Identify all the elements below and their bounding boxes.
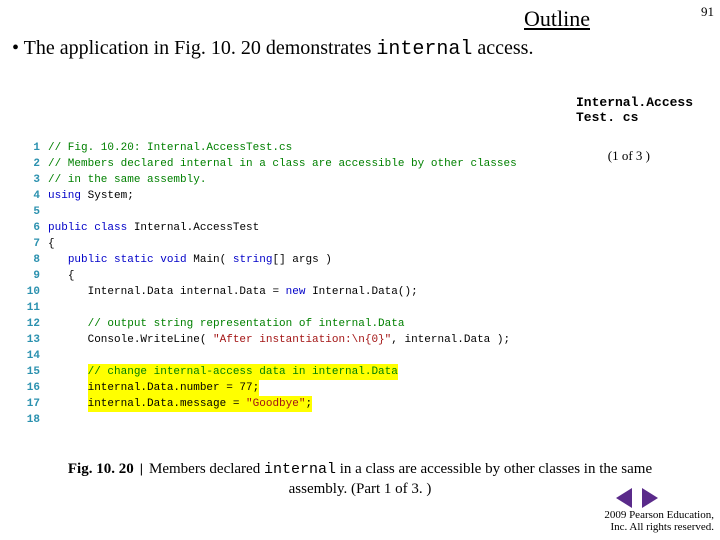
line-number: 14 — [18, 348, 48, 364]
code-content: // change internal-access data in intern… — [48, 364, 578, 380]
code-content — [48, 300, 578, 316]
line-number: 5 — [18, 204, 48, 220]
code-content — [48, 412, 578, 428]
code-content: { — [48, 236, 578, 252]
bullet-dot: • — [12, 36, 19, 61]
code-line: 7{ — [18, 236, 578, 252]
code-line: 15 // change internal-access data in int… — [18, 364, 578, 380]
copyright-footer: 2009 Pearson Education, Inc. All rights … — [604, 509, 714, 534]
code-content — [48, 204, 578, 220]
line-number: 8 — [18, 252, 48, 268]
caption-a: Members declared — [145, 461, 264, 477]
bullet-keyword: internal — [376, 38, 472, 61]
file-line2: Test. cs — [576, 111, 706, 126]
nav-icons — [614, 488, 660, 508]
code-content: using System; — [48, 188, 578, 204]
code-content: public static void Main( string[] args ) — [48, 252, 578, 268]
code-content: // Members declared internal in a class … — [48, 156, 578, 172]
line-number: 15 — [18, 364, 48, 380]
line-number: 9 — [18, 268, 48, 284]
part-label: (1 of 3 ) — [608, 148, 650, 164]
code-line: 12 // output string representation of in… — [18, 316, 578, 332]
code-line: 2// Members declared internal in a class… — [18, 156, 578, 172]
line-number: 18 — [18, 412, 48, 428]
code-line: 8 public static void Main( string[] args… — [18, 252, 578, 268]
caption-b: in a class are accessible by other class… — [289, 461, 653, 497]
code-line: 3// in the same assembly. — [18, 172, 578, 188]
line-number: 17 — [18, 396, 48, 412]
code-line: 5 — [18, 204, 578, 220]
code-line: 9 { — [18, 268, 578, 284]
bullet-a: The application in Fig. 10. 20 demonstra… — [24, 37, 377, 59]
file-name-label: Internal.Access Test. cs — [576, 96, 706, 126]
line-number: 4 — [18, 188, 48, 204]
page-number: 91 — [701, 4, 714, 20]
code-line: 11 — [18, 300, 578, 316]
line-number: 7 — [18, 236, 48, 252]
code-content — [48, 348, 578, 364]
line-number: 1 — [18, 140, 48, 156]
line-number: 10 — [18, 284, 48, 300]
line-number: 16 — [18, 380, 48, 396]
code-line: 10 Internal.Data internal.Data = new Int… — [18, 284, 578, 300]
code-line: 6public class Internal.AccessTest — [18, 220, 578, 236]
bullet-b: access. — [472, 37, 533, 59]
code-line: 16 internal.Data.number = 77; — [18, 380, 578, 396]
outline-link[interactable]: Outline — [524, 6, 590, 32]
slide: Outline 91 • The application in Fig. 10.… — [0, 0, 720, 540]
code-content: // output string representation of inter… — [48, 316, 578, 332]
prev-icon[interactable] — [614, 488, 634, 508]
line-number: 3 — [18, 172, 48, 188]
file-line1: Internal.Access — [576, 96, 706, 111]
code-content: // Fig. 10.20: Internal.AccessTest.cs — [48, 140, 578, 156]
bullet-text: • The application in Fig. 10. 20 demonst… — [12, 36, 567, 62]
next-icon[interactable] — [640, 488, 660, 508]
line-number: 13 — [18, 332, 48, 348]
line-number: 12 — [18, 316, 48, 332]
line-number: 2 — [18, 156, 48, 172]
code-content: public class Internal.AccessTest — [48, 220, 578, 236]
code-listing: 1// Fig. 10.20: Internal.AccessTest.cs2/… — [18, 140, 578, 428]
code-content: internal.Data.message = "Goodbye"; — [48, 396, 578, 412]
code-content: { — [48, 268, 578, 284]
code-content: internal.Data.number = 77; — [48, 380, 578, 396]
line-number: 11 — [18, 300, 48, 316]
code-line: 14 — [18, 348, 578, 364]
footer-l2: Inc. All rights reserved. — [604, 521, 714, 534]
code-line: 4using System; — [18, 188, 578, 204]
caption-keyword: internal — [264, 461, 336, 478]
code-content: Console.WriteLine( "After instantiation:… — [48, 332, 578, 348]
line-number: 6 — [18, 220, 48, 236]
code-content: // in the same assembly. — [48, 172, 578, 188]
figure-caption: Fig. 10. 20 | Members declared internal … — [60, 460, 660, 499]
code-content: Internal.Data internal.Data = new Intern… — [48, 284, 578, 300]
code-line: 18 — [18, 412, 578, 428]
code-line: 13 Console.WriteLine( "After instantiati… — [18, 332, 578, 348]
code-line: 17 internal.Data.message = "Goodbye"; — [18, 396, 578, 412]
code-line: 1// Fig. 10.20: Internal.AccessTest.cs — [18, 140, 578, 156]
caption-figno: Fig. 10. 20 — [68, 461, 138, 477]
footer-l1: 2009 Pearson Education, — [604, 509, 714, 522]
